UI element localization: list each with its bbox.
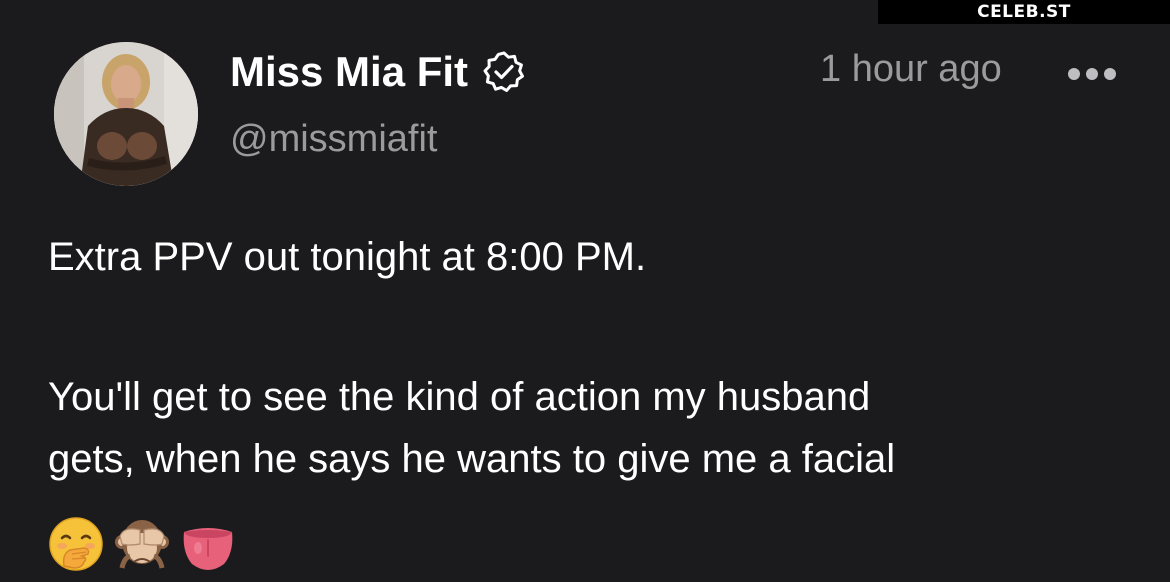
post-line: Extra PPV out tonight at 8:00 PM. <box>48 235 647 279</box>
tongue-icon <box>183 528 233 570</box>
watermark: CELEB.ST <box>878 0 1170 24</box>
post-line: gets, when he says he wants to give me a… <box>48 437 896 481</box>
author-name-row: Miss Mia Fit <box>230 46 526 98</box>
emoji-row <box>48 516 236 572</box>
display-name[interactable]: Miss Mia Fit <box>230 48 468 96</box>
face-with-hand-over-mouth-icon <box>49 517 103 571</box>
post-text: Extra PPV out tonight at 8:00 PM. You'll… <box>48 226 1138 490</box>
avatar[interactable] <box>54 42 198 186</box>
post-line: You'll get to see the kind of action my … <box>48 375 871 419</box>
post-timestamp: 1 hour ago <box>820 48 1002 90</box>
see-no-evil-monkey-icon <box>115 520 169 569</box>
username-handle[interactable]: @missmiafit <box>230 118 437 161</box>
verified-badge-icon <box>482 50 526 94</box>
more-options-icon[interactable] <box>1066 62 1118 86</box>
